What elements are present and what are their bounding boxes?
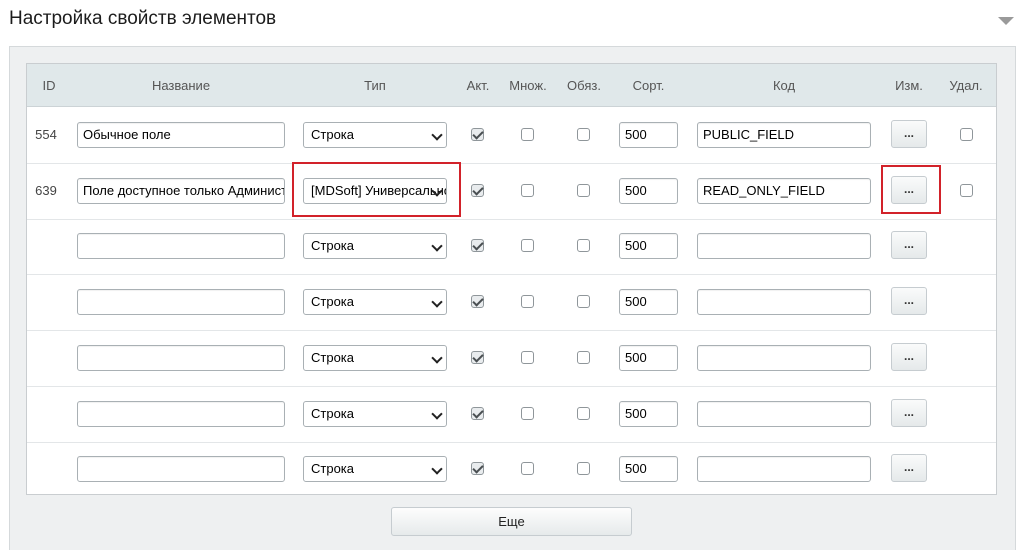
row-id: 554 bbox=[35, 127, 57, 142]
property-name-input[interactable]: Обычное поле bbox=[77, 122, 285, 148]
row-id bbox=[27, 218, 65, 274]
type-select-highlight bbox=[292, 162, 461, 217]
column-header-type: Тип bbox=[364, 78, 386, 93]
column-header-id: ID bbox=[42, 78, 56, 93]
property-code-input[interactable] bbox=[697, 344, 871, 371]
properties-table: ID Название Тип Акт. Множ. Обяз. Сорт. К… bbox=[26, 63, 997, 495]
property-type-select[interactable]: Строка bbox=[303, 456, 447, 483]
property-code-input[interactable] bbox=[697, 233, 871, 260]
table-row: 554 Обычное поле Строка 500 PUBLIC_FIELD... bbox=[27, 107, 996, 164]
required-checkbox[interactable] bbox=[577, 406, 590, 420]
multiple-checkbox[interactable] bbox=[521, 239, 534, 253]
column-header-multiple: Множ. bbox=[509, 78, 547, 93]
property-type-value: Строка bbox=[311, 405, 355, 421]
active-checkbox[interactable] bbox=[471, 295, 484, 309]
property-code-input[interactable]: PUBLIC_FIELD bbox=[697, 122, 871, 148]
property-type-select[interactable]: Строка bbox=[303, 344, 447, 371]
multiple-checkbox[interactable] bbox=[521, 462, 534, 476]
column-header-delete: Удал. bbox=[949, 78, 983, 93]
more-button[interactable]: Еще bbox=[391, 507, 632, 536]
property-name-input[interactable] bbox=[77, 344, 285, 371]
property-type-value: Строка bbox=[311, 349, 355, 365]
property-type-value: Строка bbox=[311, 238, 355, 254]
active-checkbox[interactable] bbox=[471, 350, 484, 364]
property-code-input[interactable]: READ_ONLY_FIELD bbox=[697, 177, 871, 204]
edit-property-button[interactable]: ... bbox=[891, 231, 927, 260]
multiple-checkbox[interactable] bbox=[521, 183, 534, 197]
active-checkbox[interactable] bbox=[471, 128, 484, 141]
property-code-input[interactable] bbox=[697, 456, 871, 483]
property-type-value: Строка bbox=[311, 127, 355, 142]
property-type-select[interactable]: Строка bbox=[303, 289, 447, 316]
required-checkbox[interactable] bbox=[577, 239, 590, 253]
delete-checkbox[interactable] bbox=[960, 128, 973, 141]
chevron-down-icon bbox=[431, 296, 443, 308]
table-row: Строка 500... bbox=[27, 441, 996, 497]
property-type-select[interactable]: Строка bbox=[303, 233, 447, 260]
active-checkbox[interactable] bbox=[471, 406, 484, 420]
required-checkbox[interactable] bbox=[577, 295, 590, 309]
column-header-name: Название bbox=[151, 78, 211, 93]
chevron-down-icon bbox=[431, 129, 443, 141]
table-row: Строка 500... bbox=[27, 218, 996, 276]
table-row: Строка 500... bbox=[27, 274, 996, 332]
property-name-input[interactable] bbox=[77, 456, 285, 483]
required-checkbox[interactable] bbox=[577, 183, 590, 197]
sort-input[interactable]: 500 bbox=[619, 233, 678, 260]
sort-input[interactable]: 500 bbox=[619, 177, 678, 204]
edit-property-button[interactable]: ... bbox=[891, 398, 927, 427]
edit-property-button[interactable]: ... bbox=[891, 287, 927, 316]
property-type-select[interactable]: Строка bbox=[303, 122, 447, 148]
property-type-value: Строка bbox=[311, 461, 355, 477]
sort-input[interactable]: 500 bbox=[619, 289, 678, 316]
multiple-checkbox[interactable] bbox=[521, 128, 534, 141]
required-checkbox[interactable] bbox=[577, 128, 590, 141]
row-id: 639 bbox=[35, 182, 57, 198]
edit-property-button[interactable]: ... bbox=[891, 454, 927, 483]
column-header-code: Код bbox=[772, 78, 796, 93]
required-checkbox[interactable] bbox=[577, 350, 590, 364]
property-name-input[interactable] bbox=[77, 400, 285, 427]
delete-checkbox[interactable] bbox=[960, 183, 973, 197]
edit-button-highlight bbox=[881, 165, 941, 214]
table-row: 639Поле доступное только Администратору[… bbox=[27, 163, 996, 220]
property-name-input[interactable] bbox=[77, 233, 285, 260]
page-title: Настройка свойств элементов bbox=[9, 8, 277, 29]
required-checkbox[interactable] bbox=[577, 462, 590, 476]
column-header-edit: Изм. bbox=[895, 78, 923, 93]
column-header-required: Обяз. bbox=[567, 78, 601, 93]
collapse-triangle-icon[interactable] bbox=[998, 17, 1014, 25]
sort-input[interactable]: 500 bbox=[619, 400, 678, 427]
property-type-select[interactable]: Строка bbox=[303, 400, 447, 427]
table-row: Строка 500... bbox=[27, 330, 996, 387]
chevron-down-icon bbox=[431, 352, 443, 364]
multiple-checkbox[interactable] bbox=[521, 406, 534, 420]
property-code-input[interactable] bbox=[697, 289, 871, 316]
edit-property-button[interactable]: ... bbox=[891, 120, 927, 148]
property-name-input[interactable]: Поле доступное только Администратору bbox=[77, 177, 285, 204]
column-header-active: Акт. bbox=[466, 78, 490, 93]
edit-property-button[interactable]: ... bbox=[891, 342, 927, 371]
sort-input[interactable]: 500 bbox=[619, 456, 678, 483]
active-checkbox[interactable] bbox=[471, 183, 484, 197]
multiple-checkbox[interactable] bbox=[521, 295, 534, 309]
active-checkbox[interactable] bbox=[471, 239, 484, 253]
row-id bbox=[27, 386, 65, 442]
sort-input[interactable]: 500 bbox=[619, 122, 678, 148]
chevron-down-icon bbox=[431, 407, 443, 420]
table-row: Строка 500... bbox=[27, 386, 996, 443]
chevron-down-icon bbox=[431, 240, 443, 253]
column-header-sort: Сорт. bbox=[632, 78, 665, 93]
sort-input[interactable]: 500 bbox=[619, 344, 678, 371]
row-id bbox=[27, 330, 65, 386]
property-name-input[interactable] bbox=[77, 289, 285, 316]
property-code-input[interactable] bbox=[697, 400, 871, 427]
chevron-down-icon bbox=[431, 463, 443, 475]
multiple-checkbox[interactable] bbox=[521, 350, 534, 364]
active-checkbox[interactable] bbox=[471, 462, 484, 476]
table-header: ID Название Тип Акт. Множ. Обяз. Сорт. К… bbox=[27, 64, 996, 107]
row-id bbox=[27, 441, 65, 497]
property-type-value: Строка bbox=[311, 294, 355, 310]
row-id bbox=[27, 274, 65, 330]
